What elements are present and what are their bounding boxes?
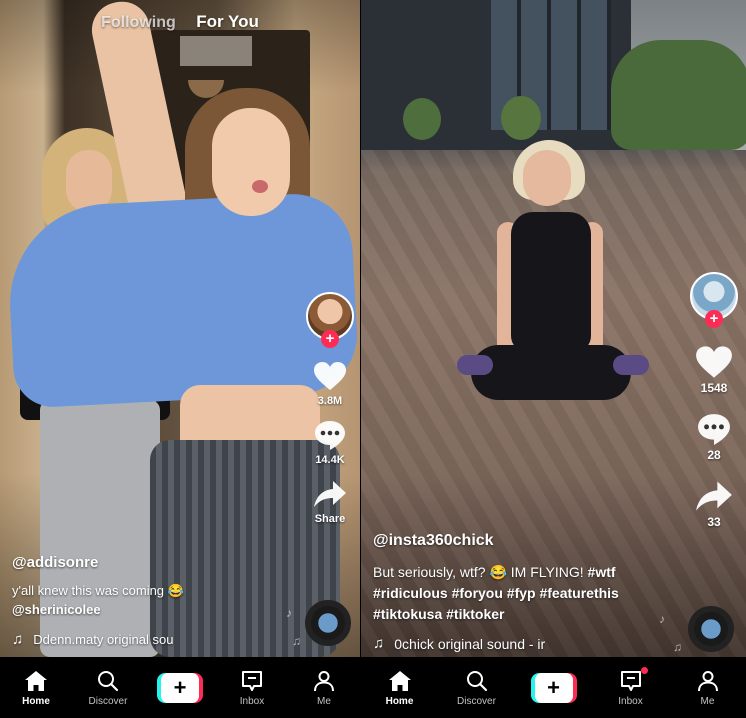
share-arrow-icon[interactable] [694, 478, 734, 514]
potted-plant [403, 98, 441, 140]
caption-text: But seriously, wtf? 😂 IM FLYING! #wtf [373, 562, 673, 583]
music-disc-icon[interactable] [305, 600, 351, 646]
create-button[interactable]: + [157, 672, 203, 703]
comment-button[interactable]: 14.4K [310, 417, 350, 466]
tab-for-you[interactable]: For You [196, 12, 259, 31]
music-note-icon: ♫ [12, 631, 24, 648]
potted-plant [501, 96, 541, 140]
person-lips [252, 180, 268, 193]
inbox-icon[interactable] [241, 669, 263, 693]
nav-me-label: Me [700, 695, 715, 707]
heart-icon[interactable] [310, 358, 350, 394]
sound-name: Ddenn.maty original sou [33, 632, 174, 647]
comment-icon[interactable] [310, 417, 350, 453]
nav-discover-label: Discover [88, 695, 128, 707]
home-icon[interactable] [24, 669, 48, 693]
feed-tabs: Following For You [0, 12, 360, 32]
home-icon[interactable] [388, 669, 412, 693]
create-button[interactable]: + [530, 672, 577, 703]
share-arrow-icon[interactable] [310, 476, 350, 512]
plus-icon[interactable]: + [161, 672, 199, 703]
person-face [212, 108, 290, 216]
search-icon[interactable] [466, 669, 488, 693]
person-shoe [613, 355, 649, 375]
caption-hashtags[interactable]: #tiktokusa #tiktoker [373, 604, 673, 625]
right-phone-screen: + 1548 28 33 ♪ ♫ @insta360chick But seri… [361, 0, 746, 718]
nav-me[interactable]: Me [294, 669, 354, 707]
sound-name: 0chick original sound - ir [394, 635, 546, 652]
like-button[interactable]: 3.8M [310, 358, 350, 407]
caption-plain-text: But seriously, wtf? 😂 IM FLYING! [373, 564, 584, 580]
nav-inbox[interactable]: Inbox [222, 669, 282, 707]
nav-create[interactable]: + [150, 672, 210, 703]
person-face [66, 150, 112, 212]
sound-marquee[interactable]: ♫ 0chick original sound - ir [373, 635, 583, 652]
action-rail: + 1548 28 33 [683, 272, 745, 529]
nav-discover[interactable]: Discover [78, 669, 138, 707]
nav-me[interactable]: Me [678, 669, 738, 707]
left-phone-screen: Following For You + 3.8M 14.4K Share ♪ ♫… [0, 0, 360, 718]
creator-avatar-button[interactable]: + [690, 272, 738, 328]
nav-discover[interactable]: Discover [447, 669, 507, 707]
creator-username[interactable]: @addisonre [12, 554, 297, 571]
floating-note-icon: ♫ [673, 640, 682, 654]
person-face [523, 150, 571, 206]
share-label: Share [314, 513, 346, 525]
creator-username[interactable]: @insta360chick [373, 532, 673, 550]
like-count: 1548 [700, 381, 728, 395]
creator-avatar-button[interactable]: + [306, 292, 354, 348]
search-icon[interactable] [97, 669, 119, 693]
notification-dot [640, 666, 648, 674]
nav-home[interactable]: Home [370, 669, 430, 707]
action-rail: + 3.8M 14.4K Share [300, 292, 360, 525]
comment-icon[interactable] [694, 411, 734, 447]
nav-home[interactable]: Home [6, 669, 66, 707]
bottom-nav: Home Discover + Inbox Me [361, 657, 746, 718]
share-count: 33 [707, 515, 721, 529]
comment-count: 28 [707, 448, 721, 462]
person-legs [471, 345, 631, 400]
share-button[interactable]: 33 [694, 478, 734, 529]
nav-inbox-label: Inbox [239, 695, 265, 707]
ceiling-vent [180, 36, 252, 66]
comment-count: 14.4K [315, 454, 345, 466]
plus-icon[interactable]: + [534, 672, 573, 703]
comment-button[interactable]: 28 [694, 411, 734, 462]
caption-mention[interactable]: @sherinicolee [12, 600, 297, 619]
bottom-nav: Home Discover + Inbox Me [0, 657, 360, 718]
tab-following[interactable]: Following [101, 14, 176, 31]
like-count: 3.8M [317, 395, 343, 407]
person-shoe [457, 355, 493, 375]
profile-icon[interactable] [697, 669, 719, 693]
nav-home-label: Home [385, 695, 414, 707]
nav-inbox[interactable]: Inbox [601, 666, 661, 707]
sound-marquee[interactable]: ♫ Ddenn.maty original sou [12, 631, 202, 648]
nav-discover-label: Discover [457, 695, 496, 707]
music-disc-icon[interactable] [688, 606, 734, 652]
video-caption: @addisonre y'all knew this was coming 😂 … [12, 554, 297, 648]
music-note-icon: ♫ [373, 635, 385, 652]
video-caption: @insta360chick But seriously, wtf? 😂 IM … [373, 532, 673, 652]
caption-hashtag[interactable]: #wtf [588, 564, 616, 580]
caption-text: y'all knew this was coming 😂 [12, 583, 184, 598]
nav-inbox-label: Inbox [618, 695, 643, 707]
caption-hashtags[interactable]: #ridiculous #foryou #fyp #featurethis [373, 583, 673, 604]
person-body [511, 212, 591, 352]
nav-me-label: Me [317, 695, 331, 707]
nav-create[interactable]: + [524, 672, 584, 703]
nav-home-label: Home [22, 695, 50, 707]
share-button[interactable]: Share [310, 476, 350, 525]
profile-icon[interactable] [313, 669, 335, 693]
inbox-icon[interactable] [620, 666, 648, 693]
like-button[interactable]: 1548 [694, 344, 734, 395]
heart-icon[interactable] [694, 344, 734, 380]
trees [611, 40, 746, 150]
follow-plus-icon[interactable]: + [705, 310, 723, 328]
follow-plus-icon[interactable]: + [321, 330, 339, 348]
